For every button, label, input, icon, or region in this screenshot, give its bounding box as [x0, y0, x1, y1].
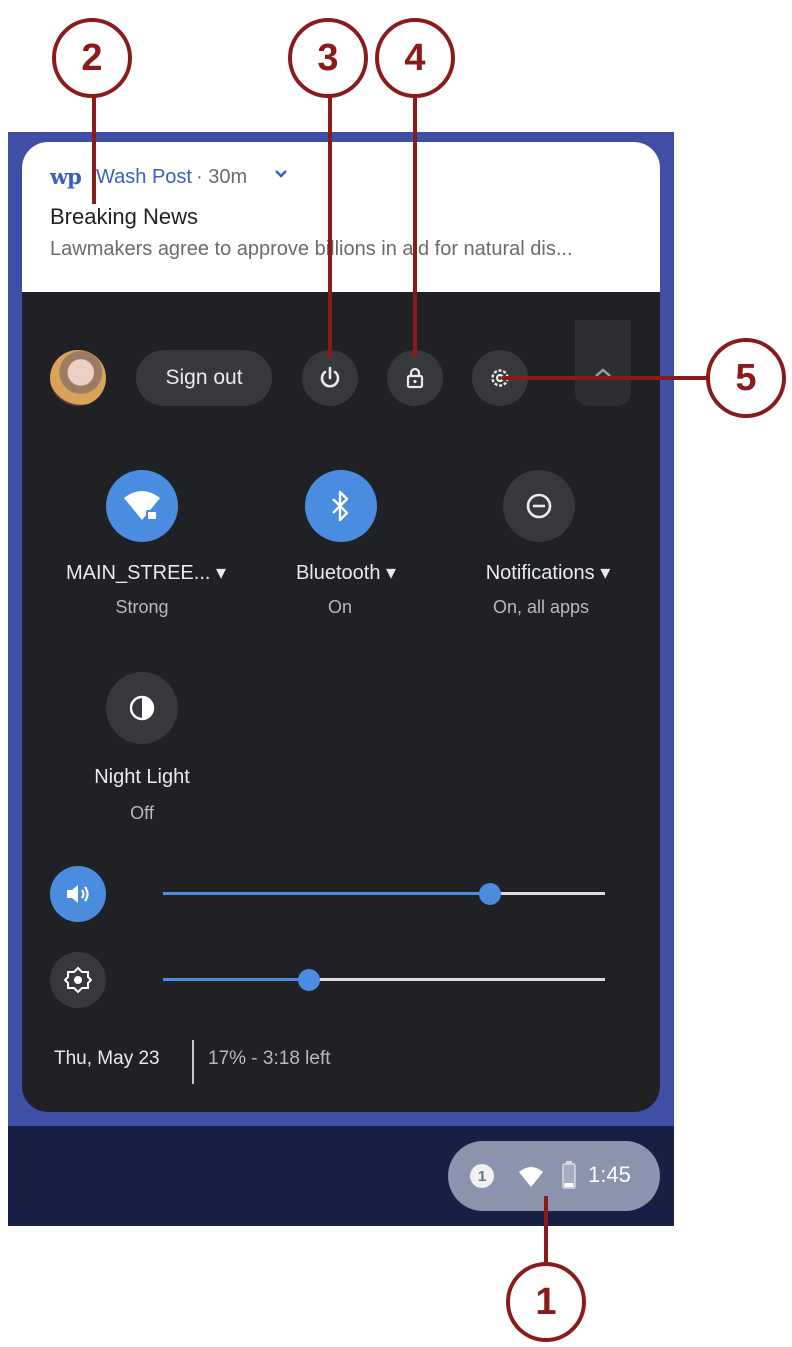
notification-card[interactable]: wp Wash Post · 30m Breaking News Lawmake… [22, 142, 660, 292]
volume-fill [163, 892, 490, 895]
night-light-label[interactable]: Night Light [62, 766, 222, 789]
battery-icon [562, 1161, 576, 1189]
callout-1-line [544, 1196, 548, 1264]
callout-3: 3 [288, 18, 368, 98]
notification-source: Wash Post [96, 166, 192, 188]
volume-icon [67, 885, 89, 903]
night-light-status: Off [130, 803, 154, 823]
volume-mute-button[interactable] [50, 866, 106, 922]
volume-slider[interactable] [163, 882, 605, 906]
callout-4: 4 [375, 18, 455, 98]
chevron-down-icon[interactable] [274, 164, 288, 185]
callout-4-line [413, 96, 417, 358]
bluetooth-label[interactable]: Bluetooth ▾ [272, 560, 420, 585]
sign-out-button[interactable]: Sign out [136, 350, 272, 406]
clock: 1:45 [588, 1162, 631, 1187]
caret-down-icon: ▾ [600, 562, 611, 584]
do-not-disturb-icon [526, 493, 552, 519]
wifi-icon [519, 1167, 543, 1187]
footer-divider [192, 1040, 194, 1084]
avatar[interactable] [50, 350, 106, 406]
bluetooth-icon [332, 490, 349, 522]
callout-3-line [328, 96, 332, 358]
brightness-slider[interactable] [163, 968, 605, 992]
notification-time: · 30m [196, 166, 248, 188]
bluetooth-toggle[interactable] [305, 470, 377, 542]
brightness-fill [163, 978, 309, 981]
callout-2-line [92, 96, 96, 204]
wifi-label[interactable]: MAIN_STREE... ▾ [62, 560, 230, 585]
notifications-status: On, all apps [492, 597, 590, 617]
callout-2: 2 [52, 18, 132, 98]
callout-1: 1 [506, 1262, 586, 1342]
caret-down-icon: ▾ [216, 562, 227, 584]
collapse-button[interactable] [575, 320, 631, 406]
bluetooth-status: On [327, 597, 352, 617]
brightness-button [50, 952, 106, 1008]
wash-post-logo: wp [50, 164, 82, 189]
notification-body: Lawmakers agree to approve billions in a… [50, 238, 573, 260]
brightness-icon [64, 966, 92, 994]
notification-title: Breaking News [50, 204, 198, 229]
caret-down-icon: ▾ [386, 562, 397, 584]
battery-status[interactable]: 17% - 3:18 left [208, 1048, 331, 1070]
volume-thumb[interactable] [479, 883, 501, 905]
power-icon [320, 366, 340, 388]
callout-5-line [502, 376, 712, 380]
notifications-label[interactable]: Notifications ▾ [466, 560, 630, 585]
night-light-toggle[interactable] [106, 672, 178, 744]
wifi-toggle[interactable] [106, 470, 178, 542]
lock-button[interactable] [387, 350, 443, 406]
wifi-lock-icon [124, 491, 160, 520]
power-button[interactable] [302, 350, 358, 406]
notification-count-badge: 1 [470, 1164, 494, 1188]
callout-5: 5 [706, 338, 786, 418]
notifications-toggle[interactable] [503, 470, 575, 542]
night-light-icon [129, 695, 155, 721]
brightness-thumb[interactable] [298, 969, 320, 991]
wifi-status: Strong [115, 597, 169, 617]
date-label[interactable]: Thu, May 23 [54, 1048, 160, 1070]
lock-icon [406, 367, 424, 389]
chevron-up-icon [595, 368, 611, 377]
